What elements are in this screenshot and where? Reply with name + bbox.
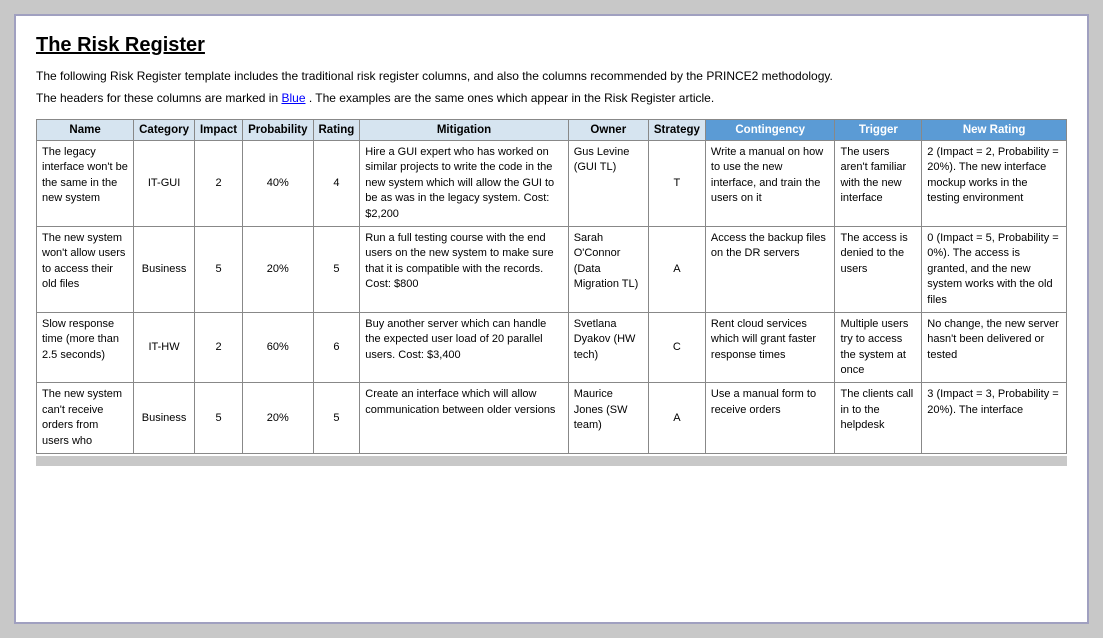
table-cell: Maurice Jones (SW team) — [568, 383, 648, 454]
page-title: The Risk Register — [36, 34, 1067, 57]
col-header-name: Name — [37, 120, 134, 141]
table-cell: 60% — [243, 312, 313, 383]
table-row: Slow response time (more than 2.5 second… — [37, 312, 1067, 383]
table-cell: 5 — [313, 226, 360, 312]
table-cell: The legacy interface won't be the same i… — [37, 141, 134, 227]
table-cell: 4 — [313, 141, 360, 227]
table-cell: Business — [134, 226, 195, 312]
description-text2-part1: The headers for these columns are marked… — [36, 91, 278, 105]
description-blue-text: Blue — [281, 91, 305, 105]
col-header-probability: Probability — [243, 120, 313, 141]
table-cell: The new system can't receive orders from… — [37, 383, 134, 454]
table-cell: The access is denied to the users — [835, 226, 922, 312]
table-cell: 3 (Impact = 3, Probability = 20%). The i… — [922, 383, 1067, 454]
table-row: The legacy interface won't be the same i… — [37, 141, 1067, 227]
horizontal-scrollbar[interactable] — [36, 456, 1067, 466]
table-cell: 5 — [313, 383, 360, 454]
table-cell: Hire a GUI expert who has worked on simi… — [360, 141, 568, 227]
risk-register-table: Name Category Impact Probability Rating … — [36, 119, 1067, 454]
table-cell: Run a full testing course with the end u… — [360, 226, 568, 312]
table-cell: Use a manual form to receive orders — [705, 383, 835, 454]
table-cell: 2 — [194, 312, 242, 383]
table-cell: 20% — [243, 383, 313, 454]
table-cell: Buy another server which can handle the … — [360, 312, 568, 383]
table-cell: Svetlana Dyakov (HW tech) — [568, 312, 648, 383]
table-cell: 2 — [194, 141, 242, 227]
table-cell: A — [648, 383, 705, 454]
table-cell: Rent cloud services which will grant fas… — [705, 312, 835, 383]
table-cell: 40% — [243, 141, 313, 227]
col-header-impact: Impact — [194, 120, 242, 141]
table-cell: Slow response time (more than 2.5 second… — [37, 312, 134, 383]
table-cell: 2 (Impact = 2, Probability = 20%). The n… — [922, 141, 1067, 227]
table-cell: Gus Levine (GUI TL) — [568, 141, 648, 227]
table-cell: Sarah O'Connor (Data Migration TL) — [568, 226, 648, 312]
table-cell: 5 — [194, 383, 242, 454]
table-cell: 0 (Impact = 5, Probability = 0%). The ac… — [922, 226, 1067, 312]
col-header-contingency: Contingency — [705, 120, 835, 141]
col-header-strategy: Strategy — [648, 120, 705, 141]
table-cell: Write a manual on how to use the new int… — [705, 141, 835, 227]
table-cell: The users aren't familiar with the new i… — [835, 141, 922, 227]
table-cell: T — [648, 141, 705, 227]
table-row: The new system won't allow users to acce… — [37, 226, 1067, 312]
table-cell: 20% — [243, 226, 313, 312]
table-cell: Multiple users try to access the system … — [835, 312, 922, 383]
table-cell: 6 — [313, 312, 360, 383]
table-cell: C — [648, 312, 705, 383]
page-container: The Risk Register The following Risk Reg… — [14, 14, 1089, 624]
table-cell: Create an interface which will allow com… — [360, 383, 568, 454]
table-row: The new system can't receive orders from… — [37, 383, 1067, 454]
table-header-row: Name Category Impact Probability Rating … — [37, 120, 1067, 141]
col-header-trigger: Trigger — [835, 120, 922, 141]
col-header-owner: Owner — [568, 120, 648, 141]
table-cell: A — [648, 226, 705, 312]
table-cell: No change, the new server hasn't been de… — [922, 312, 1067, 383]
table-cell: The new system won't allow users to acce… — [37, 226, 134, 312]
col-header-category: Category — [134, 120, 195, 141]
table-cell: 5 — [194, 226, 242, 312]
table-cell: The clients call in to the helpdesk — [835, 383, 922, 454]
table-cell: Business — [134, 383, 195, 454]
table-cell: Access the backup files on the DR server… — [705, 226, 835, 312]
col-header-new-rating: New Rating — [922, 120, 1067, 141]
col-header-mitigation: Mitigation — [360, 120, 568, 141]
description-text2-part2: . The examples are the same ones which a… — [309, 91, 714, 105]
table-cell: IT-GUI — [134, 141, 195, 227]
description-line1: The following Risk Register template inc… — [36, 67, 1067, 85]
col-header-rating: Rating — [313, 120, 360, 141]
description-line2: The headers for these columns are marked… — [36, 89, 1067, 107]
table-cell: IT-HW — [134, 312, 195, 383]
description-text1: The following Risk Register template inc… — [36, 69, 833, 83]
